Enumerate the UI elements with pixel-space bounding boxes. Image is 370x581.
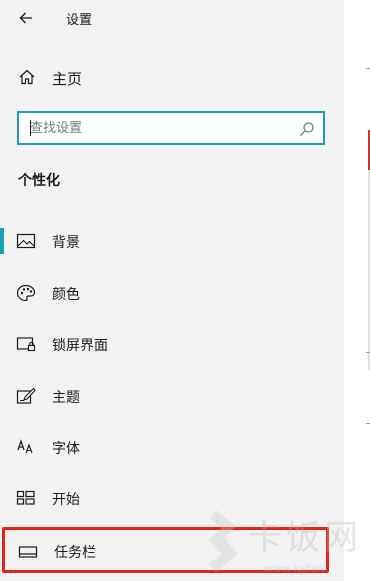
- nav-item-colors[interactable]: 颜色: [0, 273, 344, 313]
- navigation-pane: 设置 主页 个性化 背景: [0, 0, 344, 581]
- nav-item-label: 颜色: [52, 287, 80, 303]
- palette-icon: [16, 284, 36, 302]
- content-divider: [366, 68, 370, 69]
- nav-item-label: 背景: [52, 235, 80, 251]
- nav-item-label: 任务栏: [54, 545, 96, 561]
- taskbar-icon: [18, 546, 38, 558]
- nav-item-label: 字体: [52, 441, 80, 457]
- picture-icon: [16, 233, 36, 249]
- nav-item-fonts[interactable]: 字体: [0, 427, 344, 467]
- search-input[interactable]: [30, 117, 290, 139]
- content-divider: [366, 352, 370, 353]
- back-button[interactable]: [12, 4, 40, 32]
- start-tiles-icon: [16, 490, 35, 505]
- nav-item-label: 锁屏界面: [52, 338, 108, 354]
- home-label: 主页: [52, 70, 83, 88]
- section-title: 个性化: [18, 173, 60, 189]
- nav-item-background[interactable]: 背景: [0, 221, 344, 261]
- home-icon: [19, 69, 35, 85]
- nav-item-label: 主题: [52, 390, 80, 406]
- arrow-left-icon: [19, 12, 32, 24]
- content-pane: [344, 0, 370, 581]
- nav-item-label: 开始: [52, 492, 80, 508]
- nav-item-start[interactable]: 开始: [0, 478, 344, 518]
- nav-item-taskbar[interactable]: 任务栏: [2, 527, 329, 573]
- content-divider: [366, 423, 370, 424]
- lock-screen-icon: [16, 337, 36, 352]
- nav-item-themes[interactable]: 主题: [0, 376, 344, 416]
- settings-window: 设置 主页 个性化 背景: [0, 0, 370, 581]
- search-icon[interactable]: [299, 121, 315, 137]
- window-title: 设置: [66, 13, 93, 28]
- font-icon: [17, 439, 33, 454]
- search-box[interactable]: [17, 111, 325, 145]
- nav-home[interactable]: 主页: [0, 60, 344, 96]
- theme-brush-icon: [16, 387, 36, 404]
- nav-item-lock-screen[interactable]: 锁屏界面: [0, 324, 344, 364]
